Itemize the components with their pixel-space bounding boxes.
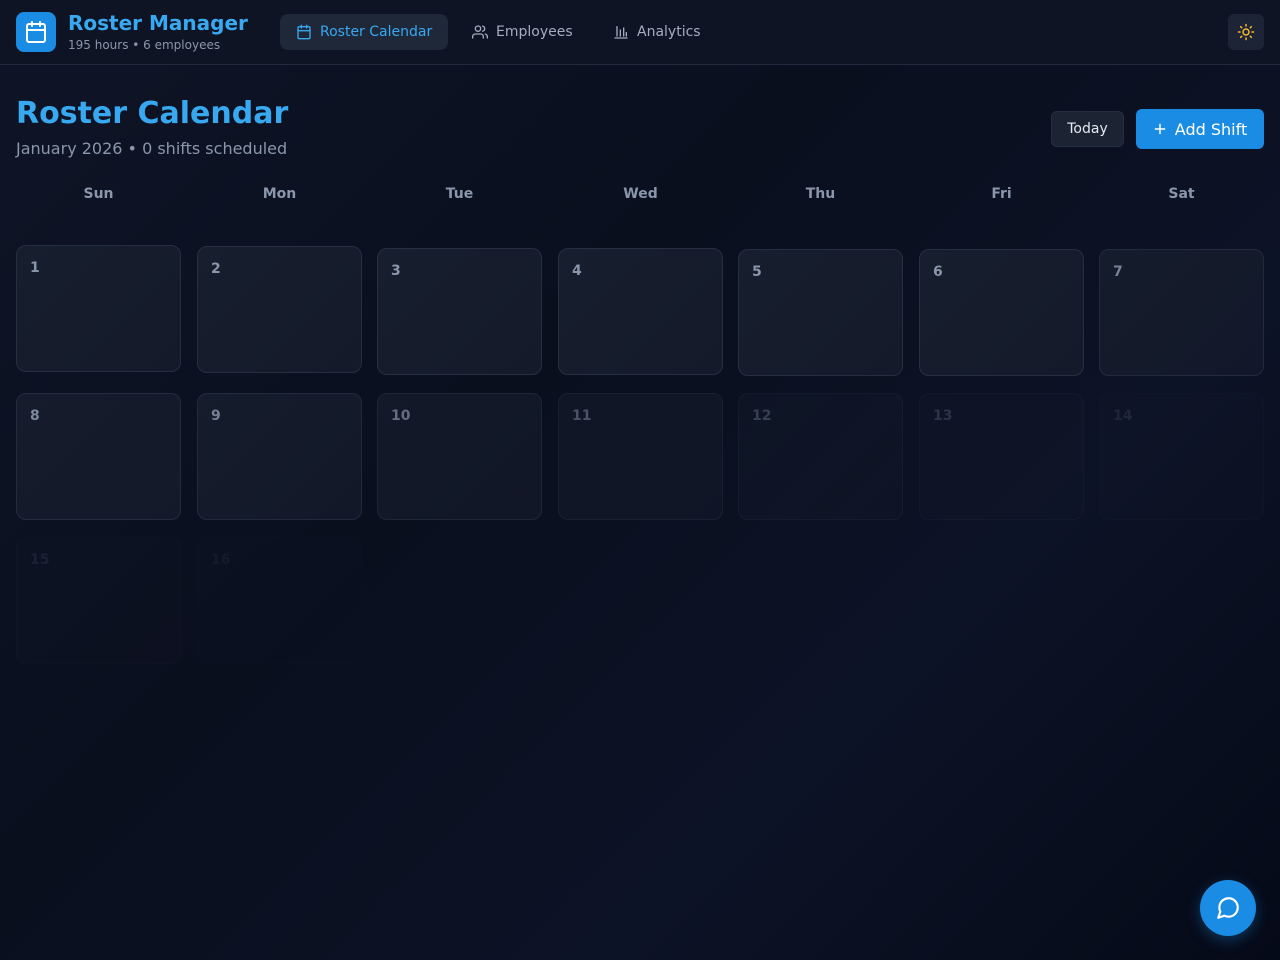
calendar-day[interactable]: 9 bbox=[197, 393, 362, 520]
day-number: 11 bbox=[572, 408, 592, 424]
calendar-day[interactable]: 15 bbox=[16, 537, 181, 664]
day-number: 10 bbox=[391, 408, 411, 424]
day-number: 13 bbox=[933, 408, 953, 424]
app-logo bbox=[16, 12, 56, 52]
weekday-mon: Mon bbox=[262, 186, 297, 202]
plus-icon bbox=[1154, 123, 1166, 135]
page-title: Roster Calendar bbox=[16, 96, 289, 131]
today-button[interactable]: Today bbox=[1051, 111, 1124, 147]
message-circle-icon bbox=[1217, 897, 1239, 919]
day-number: 6 bbox=[933, 264, 943, 280]
day-number: 1 bbox=[30, 260, 40, 276]
day-number: 8 bbox=[30, 408, 40, 424]
app-subtitle: 195 hours • 6 employees bbox=[68, 38, 221, 52]
page-subtitle: January 2026 • 0 shifts scheduled bbox=[16, 139, 288, 158]
tab-analytics[interactable]: Analytics bbox=[597, 14, 717, 50]
day-number: 9 bbox=[211, 408, 221, 424]
day-number: 14 bbox=[1113, 408, 1133, 424]
add-shift-button[interactable]: Add Shift bbox=[1136, 109, 1264, 149]
weekday-wed: Wed bbox=[623, 186, 658, 202]
tab-employees[interactable]: Employees bbox=[456, 14, 589, 50]
calendar-day[interactable]: 13 bbox=[919, 393, 1084, 520]
calendar-day[interactable]: 5 bbox=[738, 249, 903, 376]
calendar-day[interactable]: 16 bbox=[197, 537, 362, 664]
weekday-thu: Thu bbox=[805, 186, 836, 202]
bar-chart-icon bbox=[614, 26, 628, 39]
calendar-day[interactable]: 4 bbox=[558, 248, 723, 375]
sun-icon bbox=[1237, 23, 1255, 41]
app-header: Roster Manager 195 hours • 6 employees R… bbox=[0, 0, 1280, 65]
weekday-sun: Sun bbox=[83, 186, 114, 202]
tab-label: Roster Calendar bbox=[320, 24, 433, 40]
day-number: 15 bbox=[30, 552, 50, 568]
day-number: 2 bbox=[211, 261, 221, 277]
calendar-day[interactable]: 8 bbox=[16, 393, 181, 520]
app-title: Roster Manager bbox=[68, 11, 248, 35]
theme-toggle-button[interactable] bbox=[1228, 14, 1264, 50]
day-number: 7 bbox=[1113, 264, 1123, 280]
calendar-day[interactable]: 11 bbox=[558, 393, 723, 520]
weekday-sat: Sat bbox=[1168, 186, 1195, 202]
calendar-day[interactable]: 14 bbox=[1099, 393, 1264, 520]
tab-label: Employees bbox=[496, 24, 573, 40]
day-number: 3 bbox=[391, 263, 401, 279]
calendar-day[interactable]: 6 bbox=[919, 249, 1084, 376]
calendar-day[interactable]: 10 bbox=[377, 393, 542, 520]
day-number: 5 bbox=[752, 264, 762, 280]
calendar-day[interactable]: 1 bbox=[16, 245, 181, 372]
calendar-day[interactable]: 3 bbox=[377, 248, 542, 375]
calendar-day[interactable]: 7 bbox=[1099, 249, 1264, 376]
calendar-day[interactable]: 12 bbox=[738, 393, 903, 520]
tab-roster-calendar[interactable]: Roster Calendar bbox=[280, 14, 449, 50]
day-number: 12 bbox=[752, 408, 772, 424]
chat-button[interactable] bbox=[1200, 880, 1256, 936]
calendar-icon bbox=[26, 21, 46, 43]
users-icon bbox=[472, 25, 488, 39]
add-shift-label: Add Shift bbox=[1174, 119, 1248, 139]
tab-label: Analytics bbox=[637, 24, 701, 40]
weekday-fri: Fri bbox=[991, 186, 1012, 202]
weekday-tue: Tue bbox=[445, 186, 474, 202]
day-number: 16 bbox=[211, 552, 231, 568]
calendar-icon bbox=[297, 24, 311, 40]
day-number: 4 bbox=[572, 263, 582, 279]
calendar-day[interactable]: 2 bbox=[197, 246, 362, 373]
